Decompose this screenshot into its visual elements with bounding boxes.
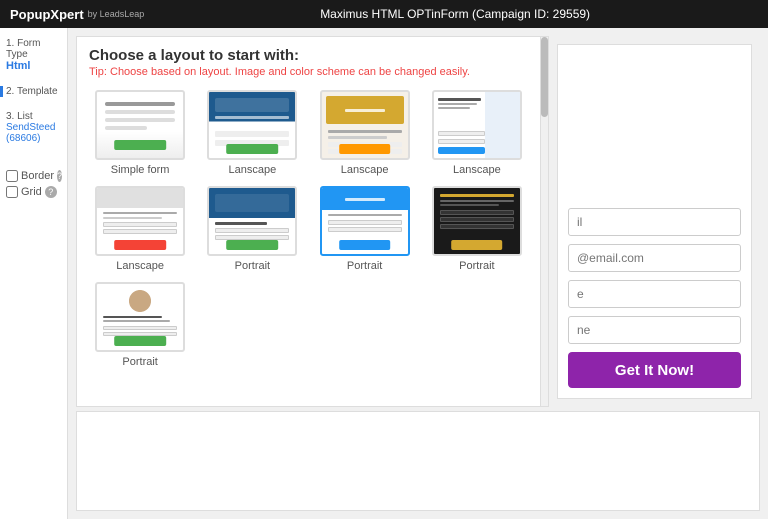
brand-sub: by LeadsLeap — [88, 9, 145, 19]
bottom-area — [76, 411, 760, 511]
brand: PopupXpert by LeadsLeap — [10, 7, 144, 22]
get-it-now-button[interactable]: Get It Now! — [568, 352, 741, 388]
panel-scrollbar[interactable] — [540, 37, 548, 406]
template-label-5: Portrait — [235, 260, 270, 272]
grid-checkbox[interactable] — [6, 186, 18, 198]
border-label: Border — [21, 170, 54, 182]
grid-checkbox-row: Grid ? — [6, 186, 61, 198]
tip-prefix: Tip: — [89, 66, 110, 78]
panel-scrollbar-thumb — [541, 37, 548, 117]
template-label-0: Simple form — [111, 164, 170, 176]
layout-panel: Choose a layout to start with: Tip: Choo… — [76, 36, 549, 407]
avatar-icon — [129, 290, 151, 312]
campaign-title: Maximus HTML OPTinForm (Campaign ID: 295… — [152, 7, 758, 21]
tip-highlight: Choose based on layout. — [110, 66, 232, 78]
sidebar-step-3: 3. List SendSteed(68606) — [6, 111, 61, 144]
template-thumb-portrait1 — [95, 186, 185, 256]
step-1-label: Html — [6, 60, 61, 72]
panel-tip: Tip: Choose based on layout. Image and c… — [89, 66, 536, 78]
grid-label: Grid — [21, 186, 42, 198]
preview-field-4[interactable] — [568, 316, 741, 344]
template-label-8: Portrait — [122, 356, 157, 368]
border-checkbox-row: Border ? — [6, 170, 61, 182]
content-area: Choose a layout to start with: Tip: Choo… — [68, 28, 768, 519]
sidebar: 1. Form Type Html 2. Template 3. List Se… — [0, 28, 68, 519]
template-thumb-portrait4 — [432, 186, 522, 256]
template-item-portrait4[interactable]: Portrait — [426, 186, 528, 272]
brand-name: PopupXpert — [10, 7, 84, 22]
template-item-landscape3[interactable]: Lanscape — [426, 90, 528, 176]
panel-title: Choose a layout to start with: — [89, 47, 536, 64]
border-info-icon[interactable]: ? — [57, 170, 62, 182]
step-3-sub: SendSteed(68606) — [6, 122, 61, 144]
grid-info-icon[interactable]: ? — [45, 186, 57, 198]
step-1-num: 1. Form Type — [6, 38, 61, 60]
template-label-2: Lanscape — [341, 164, 389, 176]
template-item-landscape2[interactable]: Lanscape — [314, 90, 416, 176]
preview-field-1[interactable] — [568, 208, 741, 236]
template-thumb-landscape2 — [320, 90, 410, 160]
template-thumb-portrait5 — [95, 282, 185, 352]
preview-panel: Get It Now! — [557, 44, 752, 399]
template-thumb-landscape1 — [207, 90, 297, 160]
template-grid-wrapper[interactable]: Simple form — [77, 84, 548, 406]
preview-field-3[interactable] — [568, 280, 741, 308]
template-item-portrait1[interactable]: Lanscape — [89, 186, 191, 272]
tip-suffix: Image and color scheme can be changed ea… — [232, 66, 470, 78]
template-item-landscape1[interactable]: Lanscape — [201, 90, 303, 176]
template-thumb-simple — [95, 90, 185, 160]
template-thumb-portrait2 — [207, 186, 297, 256]
main-layout: 1. Form Type Html 2. Template 3. List Se… — [0, 28, 768, 519]
template-label-1: Lanscape — [229, 164, 277, 176]
template-label-3: Lanscape — [453, 164, 501, 176]
template-item-portrait2[interactable]: Portrait — [201, 186, 303, 272]
template-item-portrait5[interactable]: Portrait — [89, 282, 191, 368]
sidebar-step-2: 2. Template — [6, 86, 61, 97]
template-item-portrait3[interactable]: Portrait — [314, 186, 416, 272]
sidebar-step-1: 1. Form Type Html — [6, 38, 61, 72]
template-item-simple[interactable]: Simple form — [89, 90, 191, 176]
template-label-7: Portrait — [459, 260, 494, 272]
preview-field-2[interactable] — [568, 244, 741, 272]
template-label-6: Portrait — [347, 260, 382, 272]
topbar: PopupXpert by LeadsLeap Maximus HTML OPT… — [0, 0, 768, 28]
step-2-num: 2. Template — [6, 86, 61, 97]
layout-panel-header: Choose a layout to start with: Tip: Choo… — [77, 37, 548, 84]
template-label-4: Lanscape — [116, 260, 164, 272]
step-3-num: 3. List — [6, 111, 61, 122]
template-grid: Simple form — [89, 90, 528, 368]
template-thumb-landscape3 — [432, 90, 522, 160]
template-thumb-portrait3 — [320, 186, 410, 256]
border-checkbox[interactable] — [6, 170, 18, 182]
